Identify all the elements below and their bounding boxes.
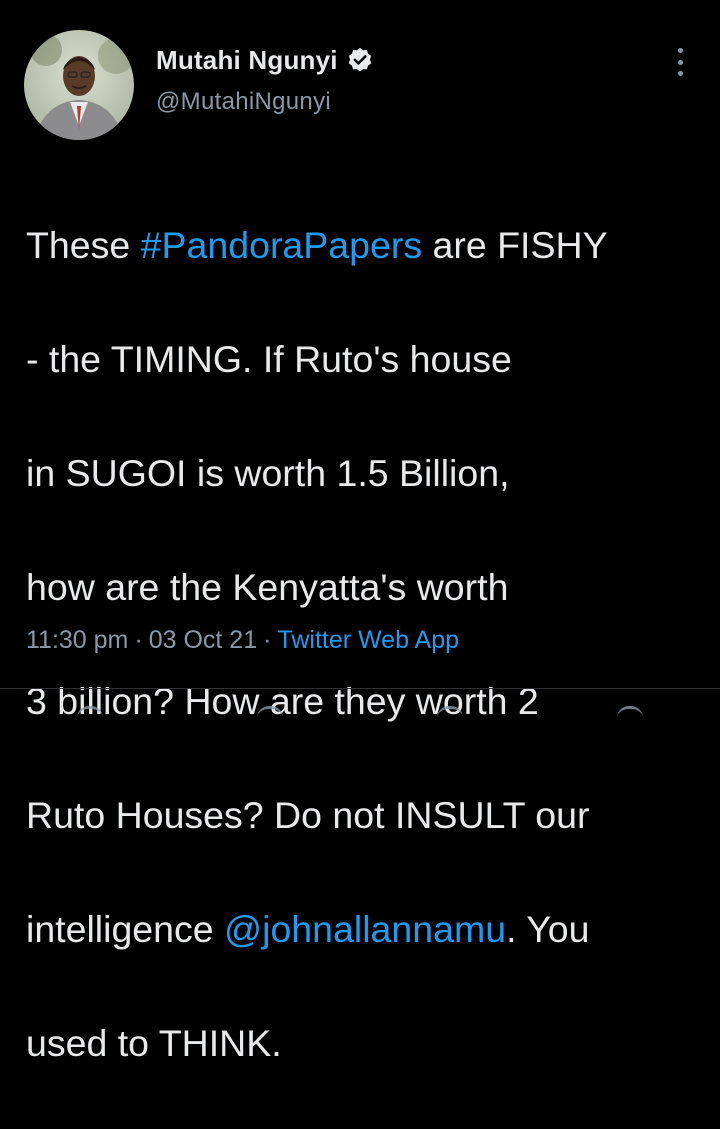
tweet-text-segment: how are the Kenyatta's worth [26,566,509,608]
more-dot [677,71,683,76]
tweet-line: Ruto Houses? Do not INSULT our [26,787,706,844]
meta-separator: · [263,626,272,654]
tweet: Mutahi Ngunyi @MutahiNgunyi These #Pando… [0,0,720,1064]
tweet-time[interactable]: 11:30 pm [26,626,128,654]
name-row: Mutahi Ngunyi [156,40,374,80]
verified-badge-icon [346,46,374,74]
tweet-text-segment: intelligence [26,908,225,950]
retweet-icon[interactable] [257,706,283,719]
tweet-text-segment: . You [506,908,590,950]
share-icon[interactable] [617,706,643,719]
user-handle[interactable]: @MutahiNgunyi [156,88,374,116]
mention-link[interactable]: @johnallannamu [224,908,506,950]
tweet-line: in SUGOI is worth 1.5 Billion, [26,445,706,502]
tweet-line: These #PandoraPapers are FISHY [26,217,706,274]
tweet-line: how are the Kenyatta's worth [26,559,706,616]
tweet-line: intelligence @johnallannamu. You [26,901,706,958]
tweet-text-segment: These [26,224,141,266]
divider [0,688,720,689]
tweet-text-segment: - the TIMING. If Ruto's house [26,338,512,380]
tweet-line: used to THINK. [26,1015,706,1072]
display-name[interactable]: Mutahi Ngunyi [156,45,338,76]
more-dot [677,59,683,65]
more-options-icon[interactable] [668,44,692,80]
tweet-text-segment: used to THINK. [26,1022,282,1064]
tweet-text-segment: are FISHY [422,224,608,266]
like-icon[interactable] [437,706,463,719]
tweet-text-segment: Ruto Houses? Do not INSULT our [26,794,590,836]
avatar-photo-icon [24,30,134,140]
hashtag-link[interactable]: #PandoraPapers [141,224,422,266]
tweet-date[interactable]: 03 Oct 21 [149,626,257,654]
tweet-line: 3 billion? How are they worth 2 [26,673,706,730]
action-bar [0,706,720,716]
tweet-line: - the TIMING. If Ruto's house [26,331,706,388]
reply-icon[interactable] [77,706,103,719]
tweet-source-link[interactable]: Twitter Web App [277,626,459,654]
tweet-meta: 11:30 pm · 03 Oct 21 · Twitter Web App [26,620,459,660]
author-block: Mutahi Ngunyi @MutahiNgunyi [156,40,374,116]
avatar[interactable] [24,30,134,140]
tweet-text-segment: in SUGOI is worth 1.5 Billion, [26,452,510,494]
meta-separator: · [134,626,143,654]
more-dot [677,48,683,53]
